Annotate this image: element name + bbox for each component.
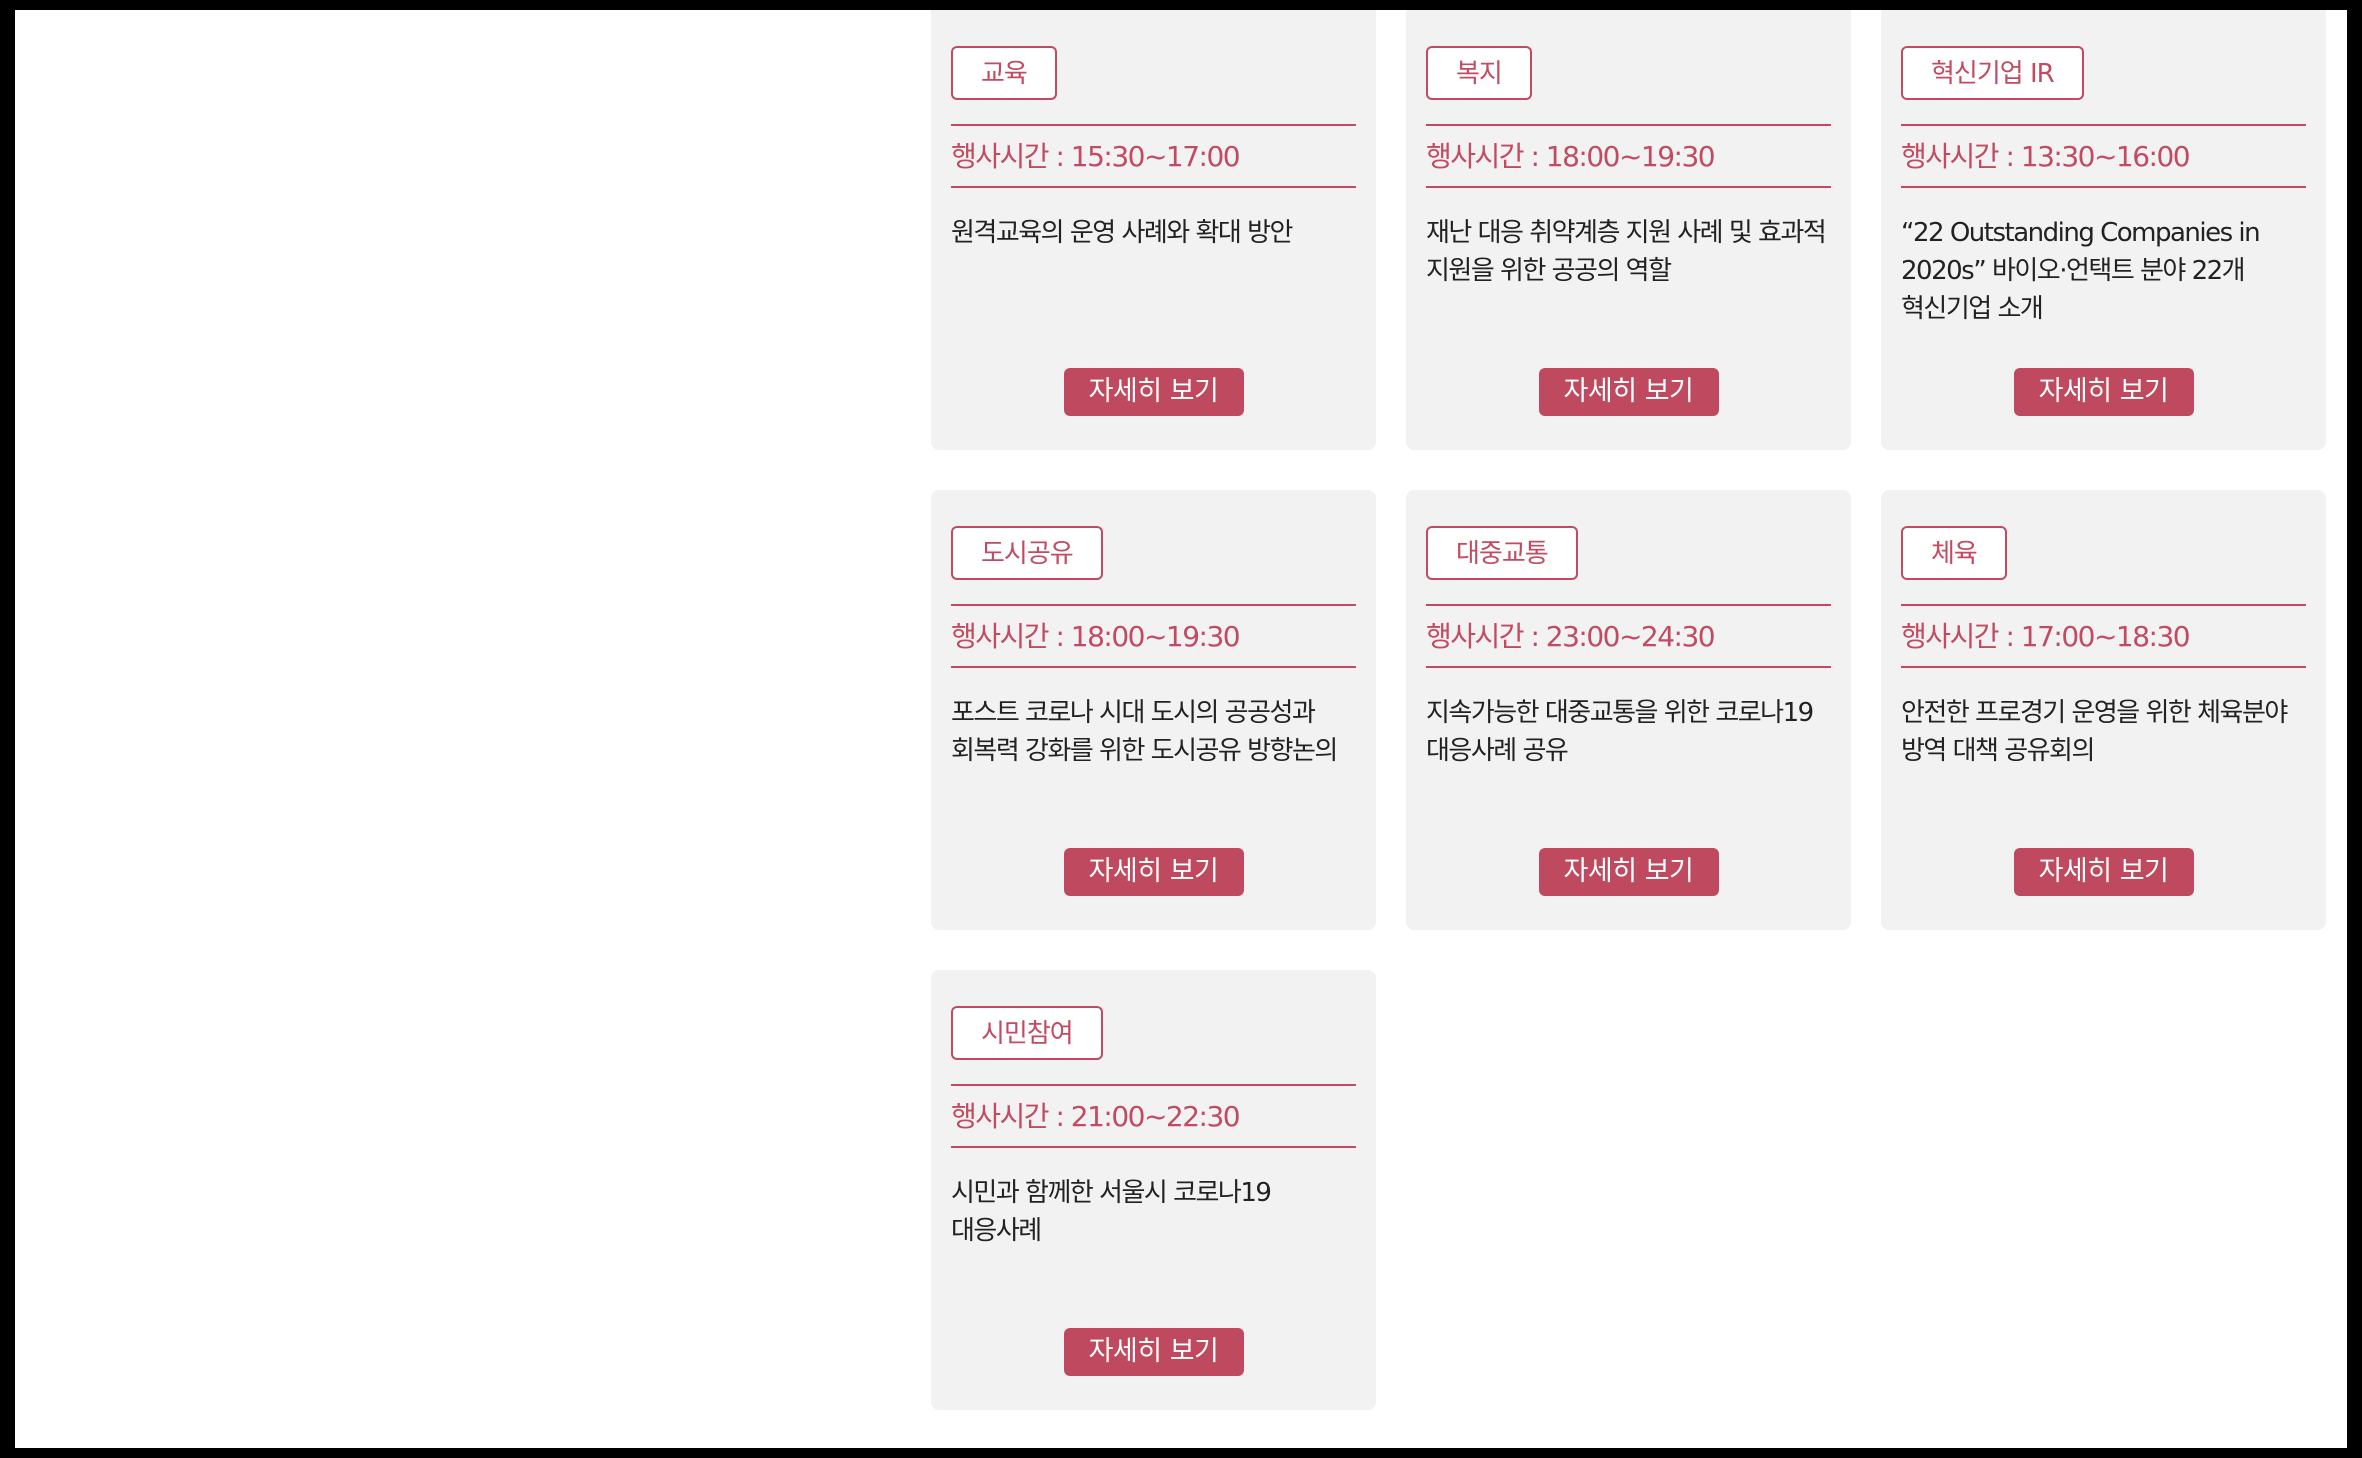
category-tag[interactable]: 체육 (1901, 526, 2007, 580)
event-description: “22 Outstanding Companies in 2020s” 바이오·… (1901, 218, 2261, 324)
event-time: 행사시간 : 18:00~19:30 (1426, 124, 1831, 188)
event-time: 행사시간 : 13:30~16:00 (1901, 124, 2306, 188)
view-details-button[interactable]: 자세히 보기 (1538, 368, 1719, 416)
category-tag[interactable]: 시민참여 (951, 1006, 1103, 1060)
category-tag[interactable]: 도시공유 (951, 526, 1103, 580)
event-description: 재난 대응 취약계층 지원 사례 및 효과적 지원을 위한 공공의 역할 (1426, 218, 1827, 286)
category-tag[interactable]: 복지 (1426, 46, 1532, 100)
view-details-button[interactable]: 자세히 보기 (2013, 368, 2194, 416)
event-time: 행사시간 : 17:00~18:30 (1901, 604, 2306, 668)
event-card: 대중교통 행사시간 : 23:00~24:30 지속가능한 대중교통을 위한 코… (1406, 490, 1851, 930)
event-description: 안전한 프로경기 운영을 위한 체육분야 방역 대책 공유회의 (1901, 698, 2288, 766)
view-details-button[interactable]: 자세히 보기 (1063, 368, 1244, 416)
event-description: 시민과 함께한 서울시 코로나19 대응사례 (951, 1178, 1272, 1246)
event-time: 행사시간 : 15:30~17:00 (951, 124, 1356, 188)
event-time: 행사시간 : 21:00~22:30 (951, 1084, 1356, 1148)
event-time: 행사시간 : 23:00~24:30 (1426, 604, 1831, 668)
view-details-button[interactable]: 자세히 보기 (1063, 848, 1244, 896)
event-description: 지속가능한 대중교통을 위한 코로나19 대응사례 공유 (1426, 698, 1814, 766)
event-card: 복지 행사시간 : 18:00~19:30 재난 대응 취약계층 지원 사례 및… (1406, 10, 1851, 450)
view-details-button[interactable]: 자세히 보기 (1063, 1328, 1244, 1376)
event-time: 행사시간 : 18:00~19:30 (951, 604, 1356, 668)
view-details-button[interactable]: 자세히 보기 (1538, 848, 1719, 896)
category-tag[interactable]: 혁신기업 IR (1901, 46, 2084, 100)
event-card-grid: 교육 행사시간 : 15:30~17:00 원격교육의 운영 사례와 확대 방안… (931, 10, 2339, 1410)
event-card: 시민참여 행사시간 : 21:00~22:30 시민과 함께한 서울시 코로나1… (931, 970, 1376, 1410)
event-card: 도시공유 행사시간 : 18:00~19:30 포스트 코로나 시대 도시의 공… (931, 490, 1376, 930)
page: 교육 행사시간 : 15:30~17:00 원격교육의 운영 사례와 확대 방안… (15, 10, 2347, 1448)
view-details-button[interactable]: 자세히 보기 (2013, 848, 2194, 896)
event-card: 교육 행사시간 : 15:30~17:00 원격교육의 운영 사례와 확대 방안… (931, 10, 1376, 450)
event-card: 체육 행사시간 : 17:00~18:30 안전한 프로경기 운영을 위한 체육… (1881, 490, 2326, 930)
category-tag[interactable]: 교육 (951, 46, 1057, 100)
event-description: 포스트 코로나 시대 도시의 공공성과 회복력 강화를 위한 도시공유 방향논의 (951, 698, 1338, 766)
category-tag[interactable]: 대중교통 (1426, 526, 1578, 580)
event-description: 원격교육의 운영 사례와 확대 방안 (951, 218, 1293, 248)
event-card: 혁신기업 IR 행사시간 : 13:30~16:00 “22 Outstandi… (1881, 10, 2326, 450)
